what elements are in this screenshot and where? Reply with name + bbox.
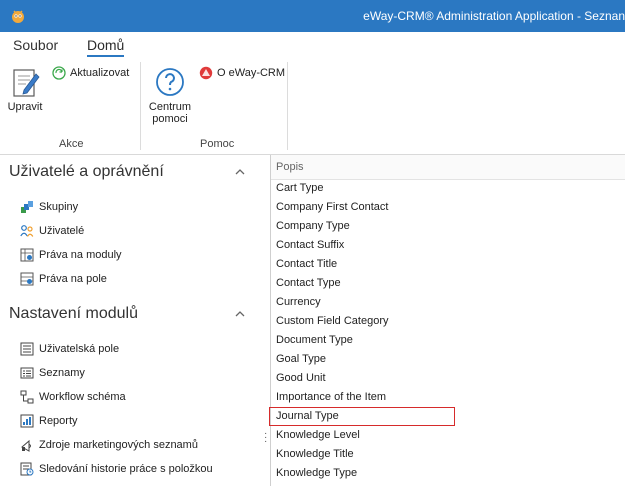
list-row-label: Contact Suffix bbox=[276, 239, 345, 251]
list-row[interactable]: Importance of the Item bbox=[271, 388, 625, 407]
module-rights-icon bbox=[20, 248, 34, 262]
app-logo-icon bbox=[12, 10, 24, 23]
list-row-label: Goal Type bbox=[276, 353, 326, 365]
about-label: O eWay-CRM bbox=[217, 67, 286, 79]
list-row-label: Knowledge Type bbox=[276, 467, 358, 479]
list-row-label: Contact Title bbox=[276, 258, 338, 270]
refresh-label: Aktualizovat bbox=[70, 67, 130, 79]
sidebar-item-label: Sledování historie práce s položkou bbox=[39, 463, 213, 475]
refresh-icon bbox=[52, 66, 66, 80]
window-title: eWay-CRM® Administration Application - S… bbox=[363, 9, 625, 23]
edit-label: Upravit bbox=[7, 101, 43, 113]
help-icon bbox=[156, 68, 184, 96]
splitter-grip-icon[interactable]: · · · bbox=[264, 429, 267, 447]
list-row[interactable]: Document Type bbox=[271, 331, 625, 350]
sidebar-item-label: Reporty bbox=[39, 415, 78, 427]
lists-icon bbox=[20, 367, 34, 379]
list-row[interactable]: Currency bbox=[271, 293, 625, 312]
group-label-pomoc: Pomoc bbox=[200, 138, 235, 150]
sidebar-item-workflow[interactable]: Workflow schéma bbox=[20, 388, 126, 406]
list-row[interactable]: Company Type bbox=[271, 217, 625, 236]
column-header-label: Popis bbox=[276, 161, 304, 173]
section-title-users-rights: Uživatelé a oprávnění bbox=[9, 163, 164, 180]
about-button[interactable]: O eWay-CRM bbox=[199, 66, 285, 80]
help-center-button[interactable]: Centrum pomoci bbox=[144, 66, 196, 125]
ribbon-group-divider bbox=[140, 62, 141, 150]
sidebar-item-label: Zdroje marketingových seznamů bbox=[39, 439, 198, 451]
list-row-label: Currency bbox=[276, 296, 321, 308]
list-row[interactable]: Contact Type bbox=[271, 274, 625, 293]
list-row-selected[interactable]: Journal Type bbox=[269, 407, 455, 426]
list-row-label: Company Type bbox=[276, 220, 350, 232]
ribbon-group-divider bbox=[287, 62, 288, 150]
list-row[interactable]: Knowledge Type bbox=[271, 464, 625, 483]
list-row-label: Knowledge Title bbox=[276, 448, 354, 460]
list-row[interactable]: Company First Contact bbox=[271, 198, 625, 217]
list-row[interactable]: Good Unit bbox=[271, 369, 625, 388]
title-bar: eWay-CRM® Administration Application - S… bbox=[0, 0, 625, 32]
list-row-label: Custom Field Category bbox=[276, 315, 389, 327]
marketing-sources-icon bbox=[21, 439, 31, 452]
section-title-module-settings: Nastavení modulů bbox=[9, 305, 138, 322]
list-row[interactable]: Knowledge Title bbox=[271, 445, 625, 464]
reports-icon bbox=[20, 414, 34, 428]
sidebar-item-reports[interactable]: Reporty bbox=[20, 412, 78, 430]
sidebar-item-users[interactable]: Uživatelé bbox=[20, 222, 84, 240]
history-tracking-icon bbox=[20, 462, 34, 476]
sidebar-item-module-rights[interactable]: Práva na moduly bbox=[20, 246, 122, 264]
list-row[interactable]: Knowledge Level bbox=[271, 426, 625, 445]
sidebar-item-label: Skupiny bbox=[39, 201, 79, 213]
list-row[interactable]: Custom Field Category bbox=[271, 312, 625, 331]
workflow-icon bbox=[20, 390, 34, 404]
ribbon-tabs: Soubor Domů bbox=[0, 32, 625, 58]
edit-icon bbox=[13, 69, 40, 97]
sidebar-item-label: Uživatelská pole bbox=[39, 343, 120, 355]
sidebar-item-user-fields[interactable]: Uživatelská pole bbox=[20, 340, 119, 358]
sidebar-item-groups[interactable]: Skupiny bbox=[20, 198, 78, 216]
sidebar-item-label: Workflow schéma bbox=[39, 391, 126, 403]
list-row-label: Journal Type bbox=[276, 410, 339, 422]
list-row-label: Importance of the Item bbox=[276, 391, 387, 403]
chevron-up-icon[interactable] bbox=[235, 310, 245, 318]
user-fields-icon bbox=[20, 342, 34, 356]
refresh-button[interactable]: Aktualizovat bbox=[52, 66, 129, 80]
groups-icon bbox=[21, 201, 33, 213]
help-center-label-line1: Centrum bbox=[148, 101, 192, 113]
field-rights-icon bbox=[20, 272, 34, 286]
sidebar-item-lists[interactable]: Seznamy bbox=[20, 364, 85, 382]
help-center-label-line2: pomoci bbox=[152, 113, 188, 125]
sidebar-item-label: Seznamy bbox=[39, 367, 85, 379]
list-row-label: Good Unit bbox=[276, 372, 326, 384]
users-icon bbox=[20, 225, 34, 237]
sidebar-item-label: Práva na moduly bbox=[39, 249, 122, 261]
ribbon: Upravit Aktualizovat Akce Centrum pomoci… bbox=[0, 58, 625, 155]
about-icon bbox=[199, 66, 213, 80]
list-row-label: Company First Contact bbox=[276, 201, 389, 213]
group-label-akce: Akce bbox=[59, 138, 84, 150]
list-row-label: Cart Type bbox=[276, 182, 324, 194]
list-row-label: Knowledge Level bbox=[276, 429, 360, 441]
tab-soubor[interactable]: Soubor bbox=[13, 37, 58, 53]
sidebar-item-marketing-sources[interactable]: Zdroje marketingových seznamů bbox=[20, 436, 198, 454]
list-row[interactable]: Contact Suffix bbox=[271, 236, 625, 255]
sidebar-item-label: Práva na pole bbox=[39, 273, 107, 285]
item-list: Popis Cart Type Company First Contact Comp… bbox=[269, 155, 625, 486]
list-row[interactable]: Goal Type bbox=[271, 350, 625, 369]
edit-button[interactable]: Upravit bbox=[4, 64, 46, 113]
sidebar-item-history-tracking[interactable]: Sledování historie práce s položkou bbox=[20, 460, 213, 478]
list-row[interactable]: Contact Title bbox=[271, 255, 625, 274]
list-row-label: Document Type bbox=[276, 334, 353, 346]
list-row-label: Contact Type bbox=[276, 277, 341, 289]
chevron-up-icon[interactable] bbox=[235, 168, 245, 176]
sidebar-item-label: Uživatelé bbox=[39, 225, 85, 237]
tab-domu[interactable]: Domů bbox=[87, 37, 125, 57]
sidebar-item-field-rights[interactable]: Práva na pole bbox=[20, 270, 107, 288]
column-header-popis[interactable]: Popis bbox=[271, 155, 625, 180]
sidebar: Uživatelé a oprávnění Skupiny Uživatelé … bbox=[0, 155, 270, 486]
list-row[interactable]: Cart Type bbox=[271, 179, 625, 198]
